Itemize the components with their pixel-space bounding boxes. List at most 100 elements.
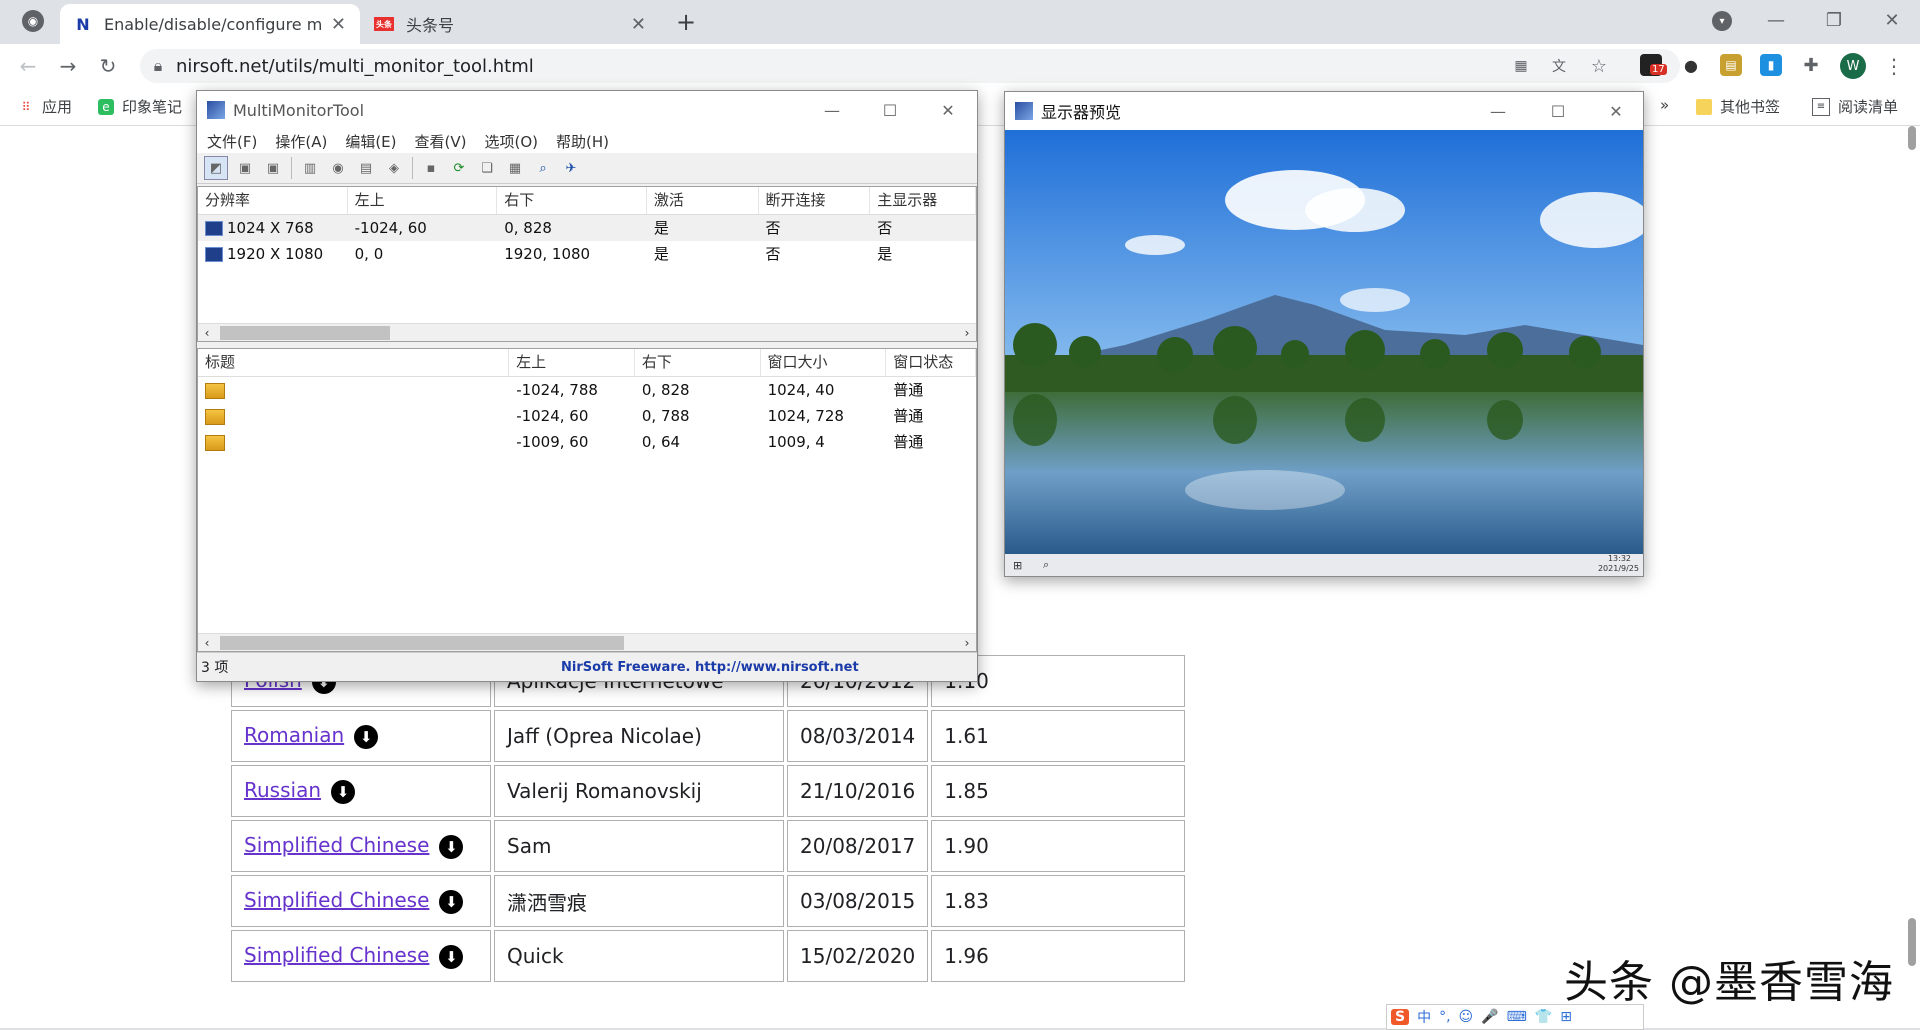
extension-badge-icon[interactable]: 17 [1640, 54, 1667, 76]
tab-toutiao[interactable]: 头条 头条号 ✕ [360, 4, 660, 44]
nirsoft-link[interactable]: NirSoft Freeware. http://www.nirsoft.net [561, 660, 859, 675]
bookmark-other[interactable]: 其他书签 [1696, 96, 1780, 117]
reading-list-button[interactable]: ≡ 阅读清单 [1812, 96, 1898, 117]
monitor-left-icon[interactable]: ▥ [299, 157, 321, 179]
language-link[interactable]: Simplified Chinese [244, 943, 429, 967]
preview-titlebar[interactable]: 显示器预览 — ☐ ✕ [1005, 92, 1643, 130]
tab-close-icon[interactable]: ✕ [331, 14, 346, 35]
translate-icon[interactable]: 文 [1550, 57, 1568, 75]
scroll-thumb[interactable] [220, 636, 624, 650]
scroll-right-arrow-icon[interactable]: › [958, 634, 976, 651]
language-link[interactable]: Romanian [244, 723, 344, 747]
close-window-button[interactable]: ✕ [1864, 0, 1920, 40]
download-icon[interactable]: ⬇ [354, 724, 379, 749]
emoji-icon[interactable]: ☺ [1459, 1009, 1474, 1025]
preview-maximize-button[interactable]: ☐ [1535, 92, 1581, 130]
download-icon[interactable]: ⬇ [439, 889, 464, 914]
enable-monitor-icon[interactable]: ▣ [262, 157, 284, 179]
monitors-hscrollbar[interactable]: ‹ › [198, 323, 976, 341]
bookmark-apps[interactable]: ⠿ 应用 [18, 96, 72, 117]
scroll-left-arrow-icon[interactable]: ‹ [198, 634, 216, 651]
col-title[interactable]: 标题 [198, 349, 510, 376]
ime-punctuation[interactable]: °, [1439, 1009, 1450, 1025]
monitor-switch-icon[interactable]: ◈ [383, 157, 405, 179]
sogou-logo-icon[interactable]: S [1391, 1009, 1410, 1025]
language-link[interactable]: Simplified Chinese [244, 833, 429, 857]
col-window-state[interactable]: 窗口状态 [886, 349, 976, 376]
col-top-left[interactable]: 左上 [509, 349, 635, 376]
save-icon[interactable]: ▪ [420, 157, 442, 179]
tab-multimonitortool[interactable]: N Enable/disable/configure mult ✕ [60, 4, 360, 44]
download-icon[interactable]: ⬇ [331, 779, 356, 804]
menu-edit[interactable]: 编辑(E) [345, 131, 396, 152]
scroll-right-arrow-icon[interactable]: › [958, 324, 976, 341]
window-row[interactable]: -1009, 60 0, 64 1009, 4 普通 [198, 429, 976, 455]
skin-icon[interactable]: 👕 [1535, 1009, 1552, 1025]
mmt-maximize-button[interactable]: ☐ [867, 91, 913, 129]
menu-help[interactable]: 帮助(H) [556, 131, 609, 152]
translator-name[interactable]: Sam [507, 834, 551, 858]
col-disconnected[interactable]: 断开连接 [759, 187, 871, 214]
menu-file[interactable]: 文件(F) [207, 131, 257, 152]
tab-search-dropdown-icon[interactable]: ▾ [1712, 11, 1732, 31]
back-button[interactable]: ← [12, 50, 44, 82]
window-row[interactable]: -1024, 788 0, 828 1024, 40 普通 [198, 377, 976, 403]
col-top-left[interactable]: 左上 [348, 187, 498, 214]
monitors-list[interactable]: 分辨率 左上 右下 激活 断开连接 主显示器 1024 X 768 -1024, … [197, 186, 977, 342]
properties-icon[interactable]: ▦ [504, 157, 526, 179]
windows-list[interactable]: 标题 左上 右下 窗口大小 窗口状态 -1024, 788 0, 828 1024,… [197, 348, 977, 652]
mmt-titlebar[interactable]: MultiMonitorTool — ☐ ✕ [197, 91, 977, 129]
page-scrollbar-thumb[interactable] [1908, 918, 1916, 966]
tab-close-icon[interactable]: ✕ [631, 14, 646, 35]
bookmark-evernote[interactable]: e 印象笔记 [98, 96, 182, 117]
extension-books-icon[interactable]: ▤ [1720, 54, 1742, 76]
windows-hscrollbar[interactable]: ‹ › [198, 633, 976, 651]
monitor-row[interactable]: 1920 X 1080 0, 0 1920, 1080 是 否 是 [198, 241, 976, 267]
ime-mode[interactable]: 中 [1417, 1007, 1431, 1027]
language-link[interactable]: Simplified Chinese [244, 888, 429, 912]
download-icon[interactable]: ⬇ [439, 834, 464, 859]
translator-name[interactable]: Jaff (Oprea Nicolae) [507, 724, 702, 748]
disable-monitor-icon[interactable]: ▣ [234, 157, 256, 179]
translator-name[interactable]: 潇洒雪痕 [507, 891, 587, 915]
profile-avatar[interactable]: W [1840, 53, 1866, 79]
col-resolution[interactable]: 分辨率 [198, 187, 348, 214]
monitor-row[interactable]: 1024 X 768 -1024, 60 0, 828 是 否 否 [198, 215, 976, 241]
col-bottom-right[interactable]: 右下 [497, 187, 647, 214]
find-icon[interactable]: ⌕ [532, 157, 554, 179]
col-primary[interactable]: 主显示器 [870, 187, 976, 214]
window-row[interactable]: -1024, 60 0, 788 1024, 728 普通 [198, 403, 976, 429]
download-icon[interactable]: ⬇ [439, 944, 464, 969]
extensions-puzzle-icon[interactable]: ✚ [1800, 54, 1822, 76]
about-icon[interactable]: ✈ [560, 157, 582, 179]
address-bar[interactable]: 🔒︎ nirsoft.net/utils/multi_monitor_tool.… [140, 49, 1680, 83]
language-link[interactable]: Russian [244, 778, 321, 802]
preview-close-button[interactable]: ✕ [1593, 92, 1639, 130]
restore-button[interactable]: ❐ [1806, 0, 1862, 40]
reload-button[interactable]: ↻ [92, 50, 124, 82]
forward-button[interactable]: → [52, 50, 84, 82]
bookmark-star-icon[interactable]: ☆ [1590, 56, 1608, 77]
menu-options[interactable]: 选项(O) [484, 131, 538, 152]
bookmarks-overflow-button[interactable]: » [1660, 96, 1669, 114]
extension-circles-icon[interactable]: ● [1680, 54, 1702, 76]
scroll-thumb[interactable] [220, 326, 390, 340]
monitor-off-icon[interactable]: ◉ [327, 157, 349, 179]
menu-view[interactable]: 查看(V) [415, 131, 467, 152]
mmt-close-button[interactable]: ✕ [925, 91, 971, 129]
page-scrollbar-thumb-top[interactable] [1908, 126, 1916, 150]
set-primary-icon[interactable]: ◩ [204, 156, 228, 180]
toolbox-icon[interactable]: ⊞ [1560, 1009, 1572, 1025]
microphone-icon[interactable]: 🎤 [1481, 1009, 1498, 1025]
refresh-icon[interactable]: ⟳ [448, 157, 470, 179]
col-bottom-right[interactable]: 右下 [635, 349, 761, 376]
keyboard-icon[interactable]: ⌨ [1507, 1009, 1527, 1025]
extension-note-icon[interactable]: ▮ [1760, 54, 1782, 76]
browser-menu-icon[interactable]: ⋮ [1878, 50, 1910, 82]
scroll-left-arrow-icon[interactable]: ‹ [198, 324, 216, 341]
preview-minimize-button[interactable]: — [1475, 92, 1521, 130]
new-tab-button[interactable]: + [672, 8, 700, 36]
copy-icon[interactable]: ❏ [476, 157, 498, 179]
monitor-on-icon[interactable]: ▤ [355, 157, 377, 179]
col-window-size[interactable]: 窗口大小 [761, 349, 887, 376]
